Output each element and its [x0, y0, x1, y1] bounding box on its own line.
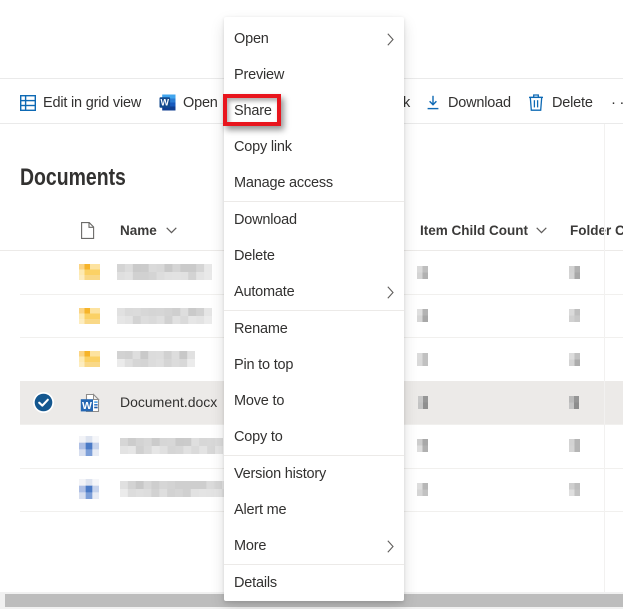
svg-text:W: W — [161, 98, 170, 108]
svg-text:W: W — [82, 400, 92, 412]
